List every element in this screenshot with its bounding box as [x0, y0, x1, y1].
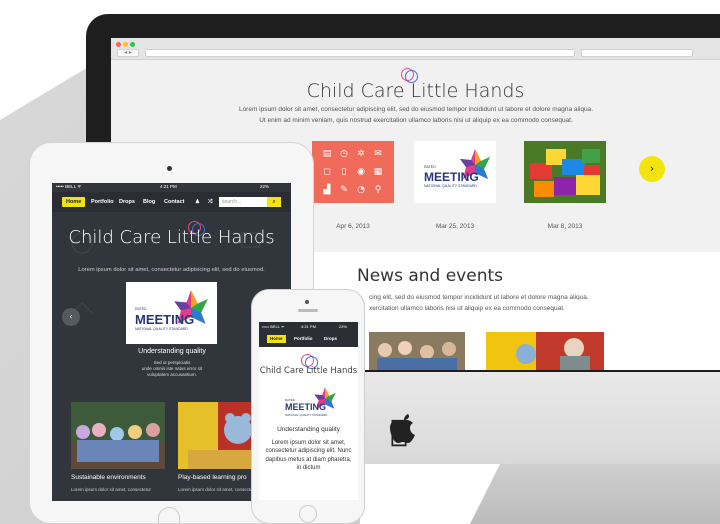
- card-title: Play-based learning pro: [178, 474, 247, 481]
- nav-contact[interactable]: Contact: [160, 197, 188, 207]
- news-line: cing elit, sed do eiusmod tempor incidid…: [369, 294, 589, 301]
- close-dot-icon[interactable]: [116, 42, 121, 47]
- phone-status-bar: ••••• BELL ᯤ 4:21 PM 22%: [259, 322, 358, 331]
- browser-toolbar: ◂ ▸: [111, 38, 720, 60]
- chat-icon: ◻: [323, 167, 331, 177]
- calendar-icon: ▦: [373, 167, 383, 177]
- phone-screen: ••••• BELL ᯤ 4:21 PM 22% Home Portfolio …: [259, 322, 358, 500]
- meeting-logo-image[interactable]: RATED MEETING NATIONAL QUALITY STANDARD: [277, 384, 341, 422]
- nav-blog[interactable]: Blog: [139, 197, 159, 207]
- imac-stand: [470, 464, 720, 524]
- pencil-icon: ✎: [340, 185, 348, 195]
- news-intro: cing elit, sed do eiusmod tempor incidid…: [369, 292, 709, 314]
- shuffle-icon[interactable]: ⤮: [204, 197, 216, 207]
- address-bar[interactable]: [145, 49, 575, 57]
- site-intro: Lorem ipsum dolor sit amet, consectetur …: [191, 104, 641, 126]
- tablet-intro: Lorem ipsum dolor sit amet, consectetur …: [78, 267, 265, 273]
- tablet-status-bar: ••••• BELL ᯤ 4:21 PM 22%: [52, 183, 291, 191]
- device-mockup-stage:  ◂ ▸ Child Care Little Hands Lorem ipsu…: [0, 0, 720, 524]
- tablet-navbar: Home Portfolio Drops Blog Contact ♟ ⤮ se…: [52, 192, 291, 212]
- battery-label: 22%: [339, 324, 348, 329]
- meeting-logo-image[interactable]: RATED MEETING NATIONAL QUALITY STANDARD: [126, 282, 217, 344]
- news-card-image[interactable]: ▤ ◷ ✲ ✉ ◻ ▯ ◉ ▦ ▟ ✎ ◔ ⚲: [312, 141, 394, 203]
- site-title: Child Care Little Hands: [306, 80, 525, 102]
- phone-icon: ▯: [341, 167, 347, 177]
- card-date: Mar 25, 2013: [435, 223, 475, 230]
- intro-line: Lorem ipsum dolor sit amet, consectetur …: [238, 106, 594, 113]
- phone-body-text: Lorem ipsum dolor sit amet, consectetur …: [265, 440, 352, 472]
- phone-navbar: Home Portfolio Drops: [259, 331, 358, 347]
- user-icon[interactable]: ♟: [191, 197, 204, 207]
- nav-home[interactable]: Home: [267, 335, 286, 343]
- tablet-site-title: Child Care Little Hands: [68, 227, 275, 248]
- eye-icon: ◉: [357, 167, 365, 177]
- nav-drops[interactable]: Drops: [115, 197, 139, 207]
- gauge-icon: ◔: [357, 185, 365, 195]
- logo-tagline: NATIONAL QUALITY STANDARD: [424, 184, 477, 188]
- previous-slide-button[interactable]: ‹: [62, 308, 80, 326]
- intro-line: Ut enim ad minim veniam, quis nostrud ex…: [259, 117, 573, 124]
- back-forward-buttons[interactable]: ◂ ▸: [117, 49, 139, 57]
- next-slide-button[interactable]: ›: [639, 156, 665, 182]
- zoom-dot-icon[interactable]: [130, 42, 135, 47]
- nav-portfolio[interactable]: Portfolio: [291, 335, 316, 343]
- nav-drops[interactable]: Drops: [321, 335, 340, 343]
- ipad-camera: [167, 166, 172, 171]
- card-title: Sustainable environments: [71, 474, 146, 481]
- lego-bricks-image: [524, 141, 606, 203]
- clock-icon: ◷: [340, 149, 348, 159]
- ipad-home-button[interactable]: [158, 507, 180, 524]
- phone-caption: Understanding quality: [277, 426, 340, 433]
- time-label: 4:21 PM: [301, 324, 316, 329]
- news-line: xercitation ullamco laboris nisi ut aliq…: [369, 305, 565, 312]
- minimize-dot-icon[interactable]: [123, 42, 128, 47]
- carrier-label: ••••• BELL ᯤ: [262, 324, 285, 329]
- slide-text: Sed ut perspiciatis unde omnis iste natu…: [120, 360, 224, 378]
- iphone-home-button[interactable]: [299, 505, 317, 523]
- logo-small-text: RATED: [424, 165, 436, 169]
- battery-label: 22%: [260, 184, 270, 189]
- news-photo-children[interactable]: [369, 332, 465, 370]
- news-photo-teddy[interactable]: [486, 332, 604, 370]
- chart-icon: ▟: [323, 185, 331, 195]
- envelope-icon: ✉: [374, 149, 382, 159]
- apple-logo-icon: [390, 414, 415, 443]
- time-label: 4:21 PM: [160, 184, 177, 189]
- card-date: Mar 8, 2013: [547, 223, 583, 230]
- browser-search-field[interactable]: [581, 49, 693, 57]
- slide-caption: Understanding quality: [138, 348, 206, 355]
- logo-tagline: NATIONAL QUALITY STANDARD: [135, 327, 188, 331]
- nav-home[interactable]: Home: [62, 197, 86, 207]
- meeting-logo-image[interactable]: RATED MEETING NATIONAL QUALITY STANDARD: [414, 141, 496, 203]
- slide-line: voluptatem accusantium.: [147, 372, 197, 377]
- iphone-camera: [305, 300, 309, 304]
- snow-icon: ✲: [357, 149, 365, 159]
- logo-word: MEETING: [285, 402, 327, 412]
- nav-portfolio[interactable]: Portfolio: [87, 197, 118, 207]
- card-text: Lorem ipsum dolor sit amet, consectetur: [71, 487, 152, 492]
- card-date: Apr 6, 2013: [336, 223, 370, 230]
- logo-tagline: NATIONAL QUALITY STANDARD: [285, 413, 328, 417]
- logo-word: MEETING: [135, 312, 195, 327]
- search-icon[interactable]: ⌕: [267, 197, 281, 207]
- iphone-speaker: [298, 309, 318, 312]
- phone-site-title: Child Care Little Hands: [259, 366, 358, 376]
- children-photo[interactable]: [71, 402, 165, 469]
- carrier-label: ••••• BELL ᯤ: [56, 184, 82, 189]
- search-icon: ⚲: [374, 185, 382, 195]
- news-title: News and events: [357, 266, 504, 286]
- logo-word: MEETING: [424, 170, 479, 184]
- lego-photo[interactable]: [524, 141, 606, 203]
- logo-small-text: RATED: [135, 307, 147, 311]
- document-icon: ▤: [322, 149, 332, 159]
